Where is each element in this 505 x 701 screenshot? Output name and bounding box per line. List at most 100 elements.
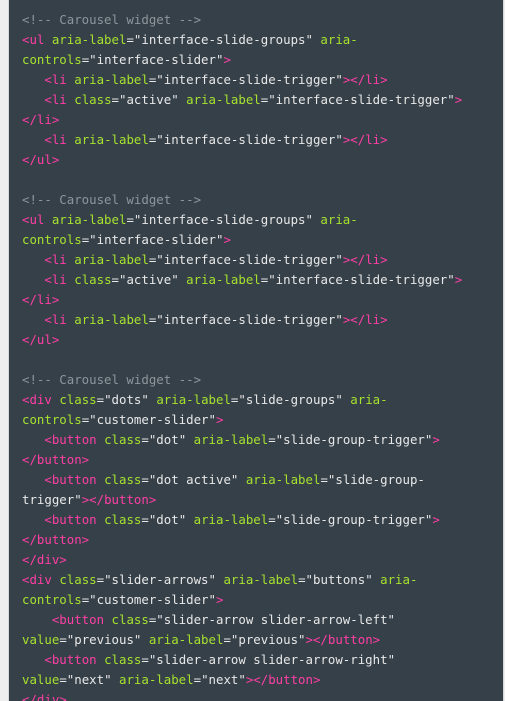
- code-attribute: aria-label: [74, 132, 149, 147]
- code-tag: <button: [44, 472, 105, 487]
- code-line: <button class="slider-arrow slider-arrow…: [22, 650, 500, 670]
- code-tag: <button: [44, 512, 105, 527]
- code-attribute: aria-label: [74, 312, 149, 327]
- code-string: ="interface-slide-trigger": [148, 252, 343, 267]
- code-line: trigger"></button>: [22, 490, 500, 510]
- code-tag: ></button>: [81, 492, 157, 507]
- code-string: ="active": [111, 272, 187, 287]
- code-tag: </div>: [22, 552, 67, 567]
- code-tag: </button>: [22, 452, 90, 467]
- code-line: </li>: [22, 290, 500, 310]
- code-tag: </ul>: [22, 152, 60, 167]
- code-tag: <button: [51, 612, 112, 627]
- code-attribute: class: [104, 512, 142, 527]
- code-tag: ></li>: [342, 312, 388, 327]
- code-line: <li aria-label="interface-slide-trigger"…: [22, 70, 500, 90]
- code-string: [22, 72, 44, 87]
- code-tag: <li: [44, 272, 75, 287]
- code-string: [22, 652, 44, 667]
- code-attribute: aria-: [320, 32, 358, 47]
- code-line: </button>: [22, 530, 500, 550]
- code-comment: <!-- Carousel widget -->: [22, 372, 202, 387]
- code-string: ="slide-groups": [230, 392, 351, 407]
- code-line: controls="interface-slider">: [22, 50, 500, 70]
- code-string: ="slider-arrow slider-arrow-right": [141, 652, 396, 667]
- code-tag: ></li>: [342, 132, 388, 147]
- code-attribute: aria-label: [51, 32, 127, 47]
- code-string: ="interface-slider": [81, 232, 224, 247]
- code-tag: <button: [44, 652, 105, 667]
- code-string: ="customer-slider": [81, 412, 216, 427]
- code-string: ="interface-slide-groups": [126, 32, 321, 47]
- code-tag: <li: [44, 92, 75, 107]
- code-tag: >: [215, 592, 224, 607]
- code-line: <div class="dots" aria-label="slide-grou…: [22, 390, 500, 410]
- code-line: <div class="slider-arrows" aria-label="b…: [22, 570, 500, 590]
- code-line: <li aria-label="interface-slide-trigger"…: [22, 130, 500, 150]
- code-line: <!-- Carousel widget -->: [22, 370, 500, 390]
- code-line: </ul>: [22, 150, 500, 170]
- code-block: <!-- Carousel widget --> <ul aria-label="…: [8, 0, 504, 701]
- code-string: ="dots": [96, 392, 157, 407]
- code-attribute: value: [22, 632, 60, 647]
- code-attribute: aria-label: [186, 272, 261, 287]
- code-tag: >: [432, 432, 440, 447]
- code-attribute: class: [59, 392, 97, 407]
- code-attribute: aria-label: [51, 212, 127, 227]
- code-line: <li class="active" aria-label="interface…: [22, 270, 500, 290]
- code-tag: <div: [22, 572, 60, 587]
- code-tag: ></li>: [342, 252, 388, 267]
- code-tag: </ul>: [22, 332, 60, 347]
- code-attribute: class: [104, 432, 142, 447]
- code-line: <button class="dot" aria-label="slide-gr…: [22, 430, 500, 450]
- code-attribute: aria-: [380, 572, 418, 587]
- code-comment: <!-- Carousel widget -->: [22, 192, 202, 207]
- code-line: <button class="dot" aria-label="slide-gr…: [22, 510, 500, 530]
- code-tag: <ul: [22, 212, 52, 227]
- code-line: </button>: [22, 450, 500, 470]
- code-attribute: class: [59, 572, 97, 587]
- code-string: ="interface-slide-trigger": [260, 92, 455, 107]
- code-string: ="slider-arrows": [96, 572, 224, 587]
- code-attribute: aria-label: [193, 512, 269, 527]
- code-string: ="dot": [141, 432, 194, 447]
- code-string: ="previous": [59, 632, 149, 647]
- code-line: <li aria-label="interface-slide-trigger"…: [22, 250, 500, 270]
- code-tag: >: [454, 92, 463, 107]
- code-attribute: aria-label: [148, 632, 224, 647]
- code-string: ="previous": [223, 632, 306, 647]
- code-tag: >: [223, 232, 231, 247]
- code-string: [22, 612, 52, 627]
- code-line: <!-- Carousel widget -->: [22, 10, 500, 30]
- code-tag: <button: [44, 432, 105, 447]
- code-line: controls="customer-slider">: [22, 410, 500, 430]
- code-string: ="active": [111, 92, 187, 107]
- code-string: [22, 512, 44, 527]
- code-string: [22, 132, 44, 147]
- code-string: ="slide-group-trigger": [268, 512, 433, 527]
- code-tag: <li: [44, 312, 75, 327]
- code-attribute: class: [104, 472, 142, 487]
- code-string: [22, 472, 44, 487]
- code-line: <li aria-label="interface-slide-trigger"…: [22, 310, 500, 330]
- code-attribute: class: [104, 652, 142, 667]
- code-attribute: class: [74, 272, 112, 287]
- code-attribute: controls: [22, 412, 82, 427]
- code-tag: </div>: [22, 692, 67, 701]
- code-attribute: aria-: [350, 392, 388, 407]
- code-string: [22, 92, 44, 107]
- code-string: ="interface-slide-groups": [126, 212, 321, 227]
- code-string: ="customer-slider": [81, 592, 216, 607]
- code-comment: <!-- Carousel widget -->: [22, 12, 202, 27]
- code-attribute: controls: [22, 52, 82, 67]
- code-line: </div>: [22, 550, 500, 570]
- code-line: controls="customer-slider">: [22, 590, 500, 610]
- code-attribute: aria-label: [74, 252, 149, 267]
- code-line: value="previous" aria-label="previous"><…: [22, 630, 500, 650]
- code-attribute: aria-label: [156, 392, 231, 407]
- code-tag: </li>: [22, 112, 60, 127]
- code-string: ="interface-slider": [81, 52, 224, 67]
- code-line: </div>: [22, 690, 500, 701]
- code-attribute: aria-label: [74, 72, 149, 87]
